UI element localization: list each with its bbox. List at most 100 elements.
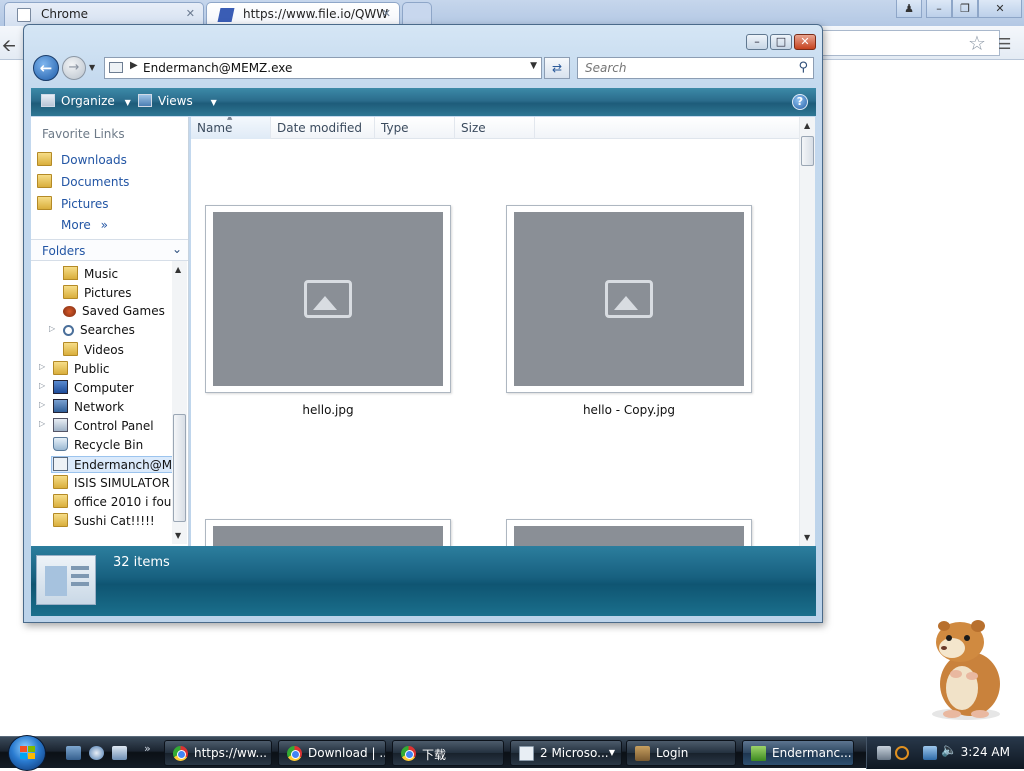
internet-explorer-icon[interactable] (89, 746, 104, 760)
tree-item-music[interactable]: Music (63, 266, 118, 281)
minimize-button[interactable]: – (926, 0, 952, 18)
volume-icon[interactable]: 🔈 (941, 743, 957, 758)
tree-item-saved-games[interactable]: Saved Games (63, 304, 165, 318)
tree-item-network[interactable]: ▷ Network (39, 399, 125, 414)
column-header-size[interactable]: Size (455, 117, 535, 139)
explorer-minimize-button[interactable]: – (746, 34, 768, 50)
browser-tab-fileio[interactable]: https://www.file.io/QWW ✕ (206, 2, 400, 26)
quick-launch-overflow-icon[interactable]: » (144, 742, 151, 755)
bookmark-star-icon[interactable]: ☆ (968, 31, 986, 55)
scroll-down-icon[interactable]: ▼ (804, 533, 810, 542)
expand-arrow-icon[interactable]: ▷ (39, 381, 45, 390)
explorer-maximize-button[interactable]: □ (770, 34, 792, 50)
tree-item-sushi-cat[interactable]: Sushi Cat!!!!! (53, 513, 155, 528)
tree-item-label: Pictures (84, 286, 132, 300)
more-label: More (61, 218, 91, 232)
expand-arrow-icon[interactable]: ▷ (39, 419, 45, 428)
tree-item-isis-simulator[interactable]: ISIS SIMULATOR (53, 475, 170, 490)
tree-item-label: Network (74, 400, 125, 414)
tree-item-control-panel[interactable]: ▷ Control Panel (39, 418, 154, 433)
item-count-status: 32 items (113, 555, 170, 570)
exe-folder-icon (53, 457, 68, 471)
taskbar-button-microsoft-group[interactable]: 2 Microso... ▼ (510, 740, 622, 766)
more-links-button[interactable]: More » (61, 218, 108, 232)
taskbar-button-login[interactable]: Login (626, 740, 736, 766)
help-button[interactable]: ? (792, 94, 808, 110)
forward-button[interactable]: → (62, 56, 86, 80)
taskbar-button-download[interactable]: Download | ... (278, 740, 386, 766)
new-tab-button[interactable] (402, 2, 432, 26)
folders-header[interactable]: Folders ⌄ (31, 239, 188, 261)
search-icon[interactable]: ⚲ (798, 60, 808, 75)
file-list-scrollbar[interactable]: ▲ ▼ (799, 117, 815, 546)
folders-scrollbar[interactable]: ▲ ▼ (172, 261, 187, 544)
windows-logo-icon (20, 746, 36, 761)
restore-button[interactable]: ❐ (952, 0, 978, 18)
explorer-close-button[interactable]: ✕ (794, 34, 816, 50)
scroll-down-icon[interactable]: ▼ (175, 531, 181, 540)
menu-icon[interactable]: ☰ (998, 35, 1011, 53)
chevron-down-icon: ⌄ (171, 242, 182, 256)
expand-arrow-icon[interactable]: ▷ (39, 362, 45, 371)
tree-item-searches[interactable]: ▷ Searches (49, 323, 135, 337)
close-tab-icon[interactable]: ✕ (382, 7, 391, 20)
back-arrow-icon[interactable]: 🡨 (2, 33, 16, 62)
back-button[interactable]: ← (33, 55, 59, 81)
network-status-icon[interactable] (923, 746, 937, 760)
browser-tabstrip: Chrome ✕ https://www.file.io/QWW ✕ ♟ – ❐… (0, 0, 1024, 26)
column-header-type[interactable]: Type (375, 117, 455, 139)
tree-item-computer[interactable]: ▷ Computer (39, 380, 134, 395)
address-bar[interactable]: ▶ Endermanch@MEMZ.exe ▼ (104, 57, 542, 79)
favorite-link-downloads[interactable]: Downloads (37, 152, 127, 167)
browser-tab-chrome[interactable]: Chrome ✕ (4, 2, 204, 26)
taskbar-button-explorer[interactable]: Endermanc... (742, 740, 854, 766)
tree-item-public[interactable]: ▷ Public (39, 361, 110, 376)
tray-search-icon[interactable] (895, 746, 909, 760)
tree-item-label: Saved Games (82, 304, 165, 318)
switch-windows-icon[interactable] (112, 746, 127, 760)
profile-icon[interactable]: ♟ (896, 0, 922, 18)
file-name-label[interactable]: hello.jpg (205, 403, 451, 417)
tray-app-icon[interactable] (877, 746, 891, 760)
file-name-label[interactable]: hello - Copy.jpg (506, 403, 752, 417)
column-header-date-modified[interactable]: Date modified (271, 117, 375, 139)
organize-button[interactable]: Organize ▼ (41, 94, 131, 108)
tree-item-label: Computer (74, 381, 134, 395)
tree-item-videos[interactable]: Videos (63, 342, 124, 357)
scroll-thumb[interactable] (173, 414, 186, 522)
tree-item-pictures[interactable]: Pictures (63, 285, 132, 300)
scroll-up-icon[interactable]: ▲ (175, 265, 181, 274)
system-clock[interactable]: 3:24 AM (961, 745, 1010, 759)
tree-item-endermanch-memz[interactable]: Endermanch@MEMZ (51, 456, 173, 473)
start-button[interactable] (8, 735, 46, 771)
tree-item-label: Videos (84, 343, 124, 357)
taskbar-button-fileio[interactable]: https://ww... (164, 740, 272, 766)
file-thumbnail[interactable] (506, 519, 752, 546)
scroll-thumb[interactable] (801, 136, 814, 166)
file-thumbnail[interactable] (205, 205, 451, 393)
views-button[interactable]: Views ▼ (138, 94, 217, 108)
search-input[interactable] (583, 59, 783, 77)
close-button[interactable]: ✕ (978, 0, 1022, 18)
scroll-up-icon[interactable]: ▲ (804, 121, 810, 130)
expand-arrow-icon[interactable]: ▷ (49, 324, 55, 333)
search-box[interactable]: ⚲ (577, 57, 814, 79)
tree-item-office-2010[interactable]: ▷ office 2010 i found (53, 494, 175, 509)
breadcrumb-arrow-icon[interactable]: ▶ (130, 60, 138, 71)
favorite-link-documents[interactable]: Documents (37, 174, 129, 189)
recent-pages-dropdown-icon[interactable]: ▼ (89, 63, 95, 72)
file-list-pane: ▲ Name Date modified Type Size hello.jpg… (191, 117, 815, 546)
address-text: Endermanch@MEMZ.exe (143, 61, 293, 75)
taskbar-button-download-cn[interactable]: 下载 (392, 740, 504, 766)
hamster-desktop-pet[interactable] (922, 614, 1010, 722)
file-thumbnail[interactable] (506, 205, 752, 393)
column-header-name[interactable]: ▲ Name (191, 117, 271, 139)
refresh-button[interactable]: ⇄ (544, 57, 570, 79)
show-desktop-icon[interactable] (66, 746, 81, 760)
expand-arrow-icon[interactable]: ▷ (39, 400, 45, 409)
favorite-link-pictures[interactable]: Pictures (37, 196, 109, 211)
file-thumbnail[interactable] (205, 519, 451, 546)
close-tab-icon[interactable]: ✕ (186, 7, 195, 20)
address-dropdown-icon[interactable]: ▼ (530, 61, 537, 71)
tree-item-recycle-bin[interactable]: Recycle Bin (53, 437, 143, 452)
